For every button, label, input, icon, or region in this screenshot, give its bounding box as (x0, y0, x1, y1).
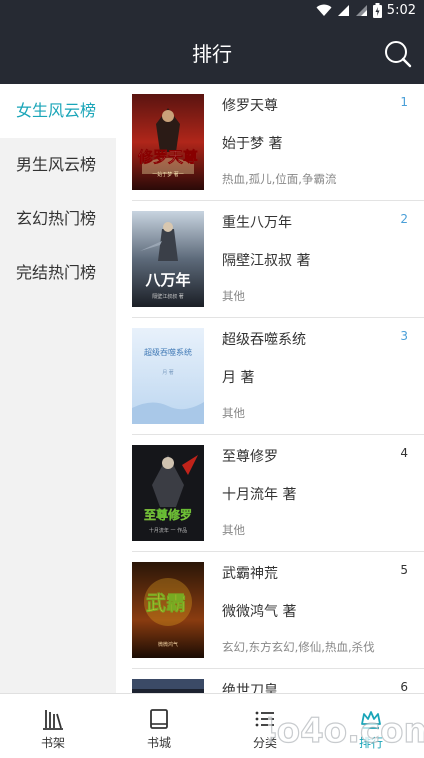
book-row[interactable]: 修罗天尊 一始于梦 著一 修罗天尊 始于梦 著 热血,孤儿,位面,争霸流 1 (132, 84, 424, 201)
svg-text:一始于梦 著一: 一始于梦 著一 (152, 171, 184, 178)
book-tags: 热血,孤儿,位面,争霸流 (222, 172, 337, 186)
book-tags: 玄幻,东方玄幻,修仙,热血,杀伐 (222, 640, 375, 654)
tab-bookstore[interactable]: 书城 (106, 694, 212, 758)
tab-label: 书架 (40, 736, 65, 750)
svg-text:隔壁江叔叔 著: 隔壁江叔叔 著 (152, 293, 184, 300)
svg-text:月 著: 月 著 (162, 369, 174, 376)
sidebar-item-female[interactable]: 女生风云榜 (0, 84, 116, 138)
rank-number: 3 (400, 329, 408, 343)
book-title: 绝世刀皇 (222, 683, 278, 693)
search-button[interactable] (382, 38, 414, 70)
crown-icon (361, 711, 381, 729)
book-cover: 超级吞噬系统 月 著 (132, 328, 204, 424)
svg-text:十月流年 一 作品: 十月流年 一 作品 (149, 527, 187, 534)
rank-number: 2 (400, 212, 408, 226)
book-cover: 至尊修罗 十月流年 一 作品 (132, 445, 204, 541)
status-bar: 5:02 (0, 0, 424, 24)
book-icon (150, 709, 168, 729)
list-icon (255, 711, 274, 727)
book-row[interactable]: 武霸 微微鸿气 武霸神荒 微微鸿气 著 玄幻,东方玄幻,修仙,热血,杀伐 5 (132, 552, 424, 669)
battery-icon (372, 3, 382, 18)
tab-ranking[interactable]: 排行 (318, 694, 424, 758)
sidebar-item-fantasy[interactable]: 玄幻热门榜 (0, 192, 116, 246)
wifi-icon (316, 4, 332, 17)
book-author: 微微鸿气 著 (222, 604, 297, 620)
book-author: 十月流年 著 (222, 487, 297, 503)
book-title: 超级吞噬系统 (222, 332, 306, 348)
tab-bookshelf[interactable]: 书架 (0, 694, 106, 758)
book-cover: 武霸 微微鸿气 (132, 562, 204, 658)
book-author: 隔壁江叔叔 著 (222, 253, 311, 269)
book-row[interactable]: 绝世刀皇 6 (132, 669, 424, 693)
book-title: 重生八万年 (222, 215, 292, 231)
sidebar-item-finished[interactable]: 完结热门榜 (0, 246, 116, 300)
signal-icon (337, 4, 350, 17)
book-row[interactable]: 超级吞噬系统 月 著 超级吞噬系统 月 著 其他 3 (132, 318, 424, 435)
tab-label: 排行 (358, 736, 383, 750)
book-title: 修罗天尊 (222, 98, 278, 114)
book-title: 至尊修罗 (222, 449, 278, 465)
svg-text:武霸: 武霸 (146, 591, 186, 615)
book-cover: 八万年 隔壁江叔叔 著 (132, 211, 204, 307)
page-title: 排行 (192, 42, 232, 66)
search-icon (385, 41, 412, 68)
bookshelf-icon (43, 710, 63, 730)
header: 排行 (0, 24, 424, 84)
book-title: 武霸神荒 (222, 566, 278, 582)
tab-category[interactable]: 分类 (212, 694, 318, 758)
book-tags: 其他 (222, 289, 245, 303)
svg-text:超级吞噬系统: 超级吞噬系统 (144, 347, 192, 357)
book-author: 月 著 (222, 370, 255, 386)
bottom-tab-bar: 书架 书城 分类 排行 (0, 693, 424, 758)
svg-text:八万年: 八万年 (144, 271, 190, 289)
svg-text:至尊修罗: 至尊修罗 (144, 507, 192, 522)
tab-label: 分类 (252, 736, 277, 750)
book-cover (132, 679, 204, 693)
book-list: 修罗天尊 一始于梦 著一 修罗天尊 始于梦 著 热血,孤儿,位面,争霸流 1 八… (132, 84, 424, 693)
book-row[interactable]: 八万年 隔壁江叔叔 著 重生八万年 隔壁江叔叔 著 其他 2 (132, 201, 424, 318)
rank-number: 6 (400, 680, 408, 693)
rank-number: 5 (400, 563, 408, 577)
rank-number: 4 (400, 446, 408, 460)
sidebar-item-male[interactable]: 男生风云榜 (0, 138, 116, 192)
clock: 5:02 (386, 3, 416, 18)
book-row[interactable]: 至尊修罗 十月流年 一 作品 至尊修罗 十月流年 著 其他 4 (132, 435, 424, 552)
signal-icon-2 (355, 4, 368, 17)
book-tags: 其他 (222, 406, 245, 420)
ranking-sidebar: 女生风云榜 男生风云榜 玄幻热门榜 完结热门榜 (0, 84, 116, 693)
book-cover: 修罗天尊 一始于梦 著一 (132, 94, 204, 190)
book-author: 始于梦 著 (222, 136, 283, 152)
status-icons: 5:02 (316, 3, 416, 18)
svg-text:微微鸿气: 微微鸿气 (158, 641, 178, 648)
rank-number: 1 (400, 95, 408, 109)
tab-label: 书城 (146, 736, 171, 750)
svg-text:修罗天尊: 修罗天尊 (137, 148, 198, 166)
book-tags: 其他 (222, 523, 245, 537)
